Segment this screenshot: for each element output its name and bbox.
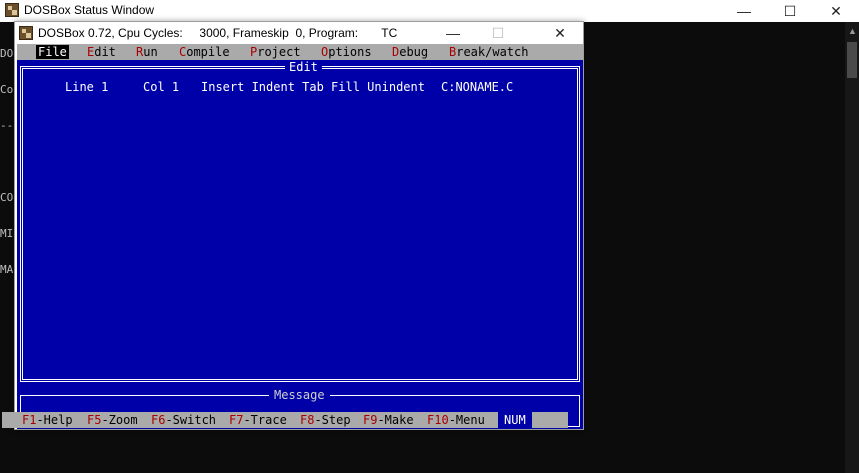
menu-bar: File Edit Run Compile Project Options De… <box>17 44 583 60</box>
fkey-switch[interactable]: F6-Switch <box>151 413 216 427</box>
close-button[interactable]: ✕ <box>537 22 583 44</box>
line-indicator: Line 1 <box>65 80 109 94</box>
dosbox-titlebar[interactable]: DOSBox 0.72, Cpu Cycles: 3000, Frameskip… <box>15 22 583 44</box>
menu-run[interactable]: Run <box>134 45 160 59</box>
editor-modes: Insert Indent Tab Fill Unindent <box>201 80 425 94</box>
fkey-menu[interactable]: F10-Menu <box>427 413 485 427</box>
status-titlebar[interactable]: DOSBox Status Window — ☐ ✕ <box>0 0 859 22</box>
fkey-trace[interactable]: F7-Trace <box>229 413 287 427</box>
status-window-title: DOSBox Status Window <box>24 3 155 17</box>
filename-label: C:NONAME.C <box>441 80 514 94</box>
fkey-step[interactable]: F8-Step <box>300 413 351 427</box>
close-button[interactable]: ✕ <box>813 0 859 22</box>
status-scrollbar[interactable]: ▲ <box>845 22 859 473</box>
menu-debug[interactable]: Debug <box>390 45 430 59</box>
scroll-up-arrow-icon[interactable]: ▲ <box>848 26 857 36</box>
edit-window-title: Edit <box>285 60 322 74</box>
dosbox-icon <box>5 3 19 17</box>
message-window-title: Message <box>269 388 330 402</box>
menu-file[interactable]: File <box>36 45 69 59</box>
num-lock-indicator: NUM <box>498 412 532 428</box>
maximize-button[interactable]: ☐ <box>767 0 813 22</box>
fkey-make[interactable]: F9-Make <box>363 413 414 427</box>
menu-break-watch[interactable]: Break/watch <box>447 45 530 59</box>
editor-status-line: Line 1 Col 1 Insert Indent Tab Fill Unin… <box>17 80 583 164</box>
dosbox-icon <box>19 26 33 40</box>
fkey-zoom[interactable]: F5-Zoom <box>87 413 138 427</box>
menu-compile[interactable]: Compile <box>177 45 232 59</box>
menu-project[interactable]: Project <box>248 45 303 59</box>
maximize-button[interactable]: ☐ <box>475 22 521 44</box>
menu-edit[interactable]: Edit <box>85 45 118 59</box>
menu-options[interactable]: Options <box>319 45 374 59</box>
fkey-help[interactable]: F1-Help <box>22 413 73 427</box>
minimize-button[interactable]: — <box>430 22 476 44</box>
col-indicator: Col 1 <box>143 80 180 94</box>
scrollbar-thumb[interactable] <box>847 42 857 78</box>
dosbox-window: DOSBox 0.72, Cpu Cycles: 3000, Frameskip… <box>14 21 584 430</box>
function-key-bar: F1-Help F5-Zoom F6-Switch F7-Trace F8-St… <box>2 412 568 428</box>
minimize-button[interactable]: — <box>721 0 767 22</box>
turbo-c-screen: File Edit Run Compile Project Options De… <box>17 44 583 429</box>
dosbox-window-title: DOSBox 0.72, Cpu Cycles: 3000, Frameskip… <box>38 26 398 40</box>
